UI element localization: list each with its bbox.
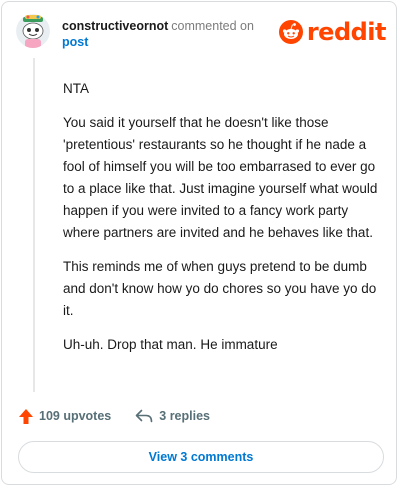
view-comments-button[interactable]: View 3 comments [18, 441, 384, 473]
reddit-wordmark: reddit [306, 18, 387, 46]
upvote-arrow-icon [19, 408, 33, 424]
post-link[interactable]: post [62, 34, 254, 50]
user-avatar[interactable] [16, 14, 50, 48]
comment-header: constructiveornot commented on post reddi… [16, 14, 387, 54]
comment-paragraph: NTA [63, 81, 89, 96]
replies-button[interactable]: 3 replies [135, 409, 210, 423]
commented-on-text: commented on [171, 19, 254, 33]
comment-body: NTA You said it yourself that he doesn't… [63, 78, 383, 368]
comment-paragraph: Uh-uh. Drop that man. He immature [63, 337, 278, 352]
comment-footer: 109 upvotes 3 replies [18, 404, 210, 428]
upvote-count: 109 upvotes [39, 409, 112, 423]
comment-paragraph: This reminds me of when guys pretend to … [63, 259, 377, 318]
upvote-button[interactable]: 109 upvotes [18, 408, 111, 425]
replies-count: 3 replies [159, 409, 210, 423]
comment-card: constructiveornot commented on post reddi… [1, 1, 397, 485]
reddit-logo[interactable]: reddit [278, 18, 387, 46]
reddit-snoo-icon [278, 20, 303, 44]
comment-paragraph: You said it yourself that he doesn't lik… [63, 115, 378, 240]
comment-meta: constructiveornot commented on post [62, 18, 254, 50]
reply-arrow-icon [135, 409, 153, 423]
thread-line [33, 58, 35, 392]
username-link[interactable]: constructiveornot [62, 19, 168, 33]
